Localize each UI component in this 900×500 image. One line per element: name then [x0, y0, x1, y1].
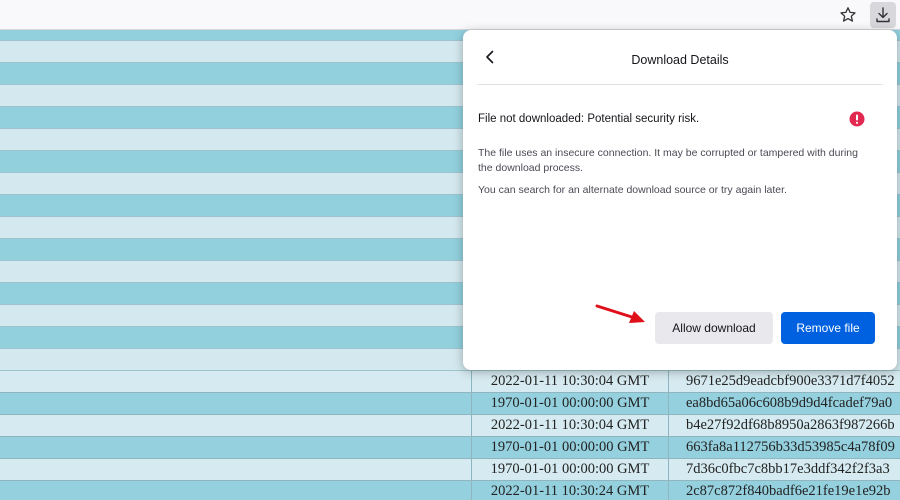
hash-cell: 2c87c872f840badf6e21fe19e1e92b	[686, 483, 891, 499]
table-cell	[0, 459, 472, 480]
table-cell	[0, 481, 472, 500]
table-row: 1970-01-01 00:00:00 GMT ea8bd65a06c608b9…	[0, 393, 900, 415]
hash-cell: 7d36c0fbc7c8bb17e3ddf342f2f3a3	[686, 461, 890, 477]
browser-toolbar	[0, 0, 900, 30]
star-icon	[840, 7, 856, 22]
date-cell: 1970-01-01 00:00:00 GMT	[472, 459, 669, 480]
back-button[interactable]	[477, 44, 503, 70]
remove-file-button[interactable]: Remove file	[781, 312, 875, 344]
date-cell: 1970-01-01 00:00:00 GMT	[472, 437, 669, 458]
table-row: 2022-01-11 10:30:24 GMT 2c87c872f840badf…	[0, 481, 900, 500]
table-cell	[0, 415, 472, 436]
table-cell	[0, 437, 472, 458]
panel-header: Download Details	[477, 30, 883, 85]
date-cell: 2022-01-11 10:30:24 GMT	[472, 481, 669, 500]
date-cell: 1970-01-01 00:00:00 GMT	[472, 393, 669, 414]
table-row: 1970-01-01 00:00:00 GMT 7d36c0fbc7c8bb17…	[0, 459, 900, 481]
table-cell	[0, 371, 472, 392]
hash-cell: 663fa8a112756b33d53985c4a78f09	[686, 439, 895, 455]
table-cell	[0, 393, 472, 414]
hash-cell: 9671e25d9eadcbf900e3371d7f4052	[686, 373, 895, 389]
table-row: 2022-01-11 10:30:04 GMT b4e27f92df68b895…	[0, 415, 900, 437]
chevron-left-icon	[486, 50, 494, 64]
date-cell: 2022-01-11 10:30:04 GMT	[472, 371, 669, 392]
table-row: 1970-01-01 00:00:00 GMT 663fa8a112756b33…	[0, 437, 900, 459]
alternate-source-hint: You can search for an alternate download…	[478, 184, 787, 196]
download-status: File not downloaded: Potential security …	[478, 113, 700, 125]
downloads-button[interactable]	[870, 2, 896, 28]
date-cell: 2022-01-11 10:30:04 GMT	[472, 415, 669, 436]
table-row: 2022-01-11 10:30:04 GMT 9671e25d9eadcbf9…	[0, 371, 900, 393]
download-icon	[876, 7, 890, 23]
annotation-arrow-icon	[595, 304, 645, 323]
warning-icon	[849, 111, 865, 127]
security-description: The file uses an insecure connection. It…	[478, 147, 858, 174]
download-details-panel: Download Details File not downloaded: Po…	[463, 30, 897, 370]
panel-title: Download Details	[631, 53, 729, 67]
hash-cell: ea8bd65a06c608b9d9d4fcadef79a0	[686, 395, 893, 411]
allow-download-button[interactable]: Allow download	[655, 312, 773, 344]
bookmark-star-button[interactable]	[835, 2, 861, 28]
hash-cell: b4e27f92df68b8950a2863f987266b	[686, 417, 895, 433]
